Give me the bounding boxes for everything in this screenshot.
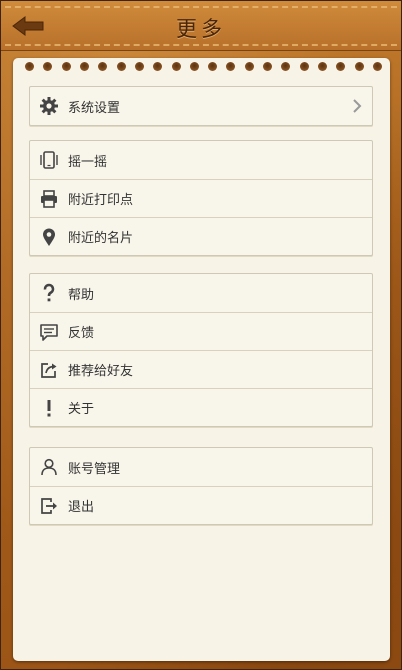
binder-hole bbox=[153, 62, 163, 71]
chevron-right-icon bbox=[352, 98, 362, 118]
page-title: 更多 bbox=[176, 17, 226, 41]
shake-phone-icon bbox=[30, 141, 68, 179]
menu-item-about[interactable]: 关于 bbox=[30, 388, 372, 426]
binder-hole bbox=[299, 62, 309, 71]
menu-item-feedback[interactable]: 反馈 bbox=[30, 312, 372, 350]
logout-icon bbox=[30, 487, 68, 525]
user-icon bbox=[30, 448, 68, 486]
header-bar: 更多 bbox=[1, 1, 401, 51]
binder-hole bbox=[189, 62, 199, 71]
menu-item-nearby-cards[interactable]: 附近的名片 bbox=[30, 217, 372, 255]
menu-item-label: 附近的名片 bbox=[68, 231, 134, 246]
menu-item-label: 帮助 bbox=[68, 287, 95, 303]
app-frame: 更多 系统设置 摇一摇 附近打印点 附近的名片 帮助 反馈 推荐给好友 关于 账… bbox=[0, 0, 402, 670]
binder-hole bbox=[43, 62, 53, 71]
binder-hole bbox=[336, 62, 346, 71]
gear-icon bbox=[30, 87, 68, 125]
menu-item-label: 退出 bbox=[68, 500, 95, 515]
binder-hole bbox=[61, 62, 71, 71]
feedback-icon bbox=[30, 313, 68, 351]
binder-hole bbox=[244, 62, 254, 71]
menu-item-label: 反馈 bbox=[68, 326, 95, 341]
menu-item-label: 系统设置 bbox=[68, 100, 121, 116]
binder-hole bbox=[208, 62, 218, 71]
binder-hole bbox=[318, 62, 327, 71]
binder-hole bbox=[116, 62, 126, 71]
support-group: 帮助 反馈 推荐给好友 关于 bbox=[29, 273, 373, 427]
header-stitch-bottom bbox=[5, 44, 397, 46]
menu-item-nearby-print[interactable]: 附近打印点 bbox=[30, 179, 372, 217]
menu-item-label: 推荐给好友 bbox=[68, 364, 134, 379]
binder-hole bbox=[372, 62, 382, 71]
account-group: 账号管理 退出 bbox=[29, 447, 373, 525]
menu-item-label: 关于 bbox=[68, 402, 95, 417]
location-pin-icon bbox=[30, 218, 68, 256]
binder-hole bbox=[263, 62, 273, 71]
printer-icon bbox=[30, 180, 68, 218]
menu-item-logout[interactable]: 退出 bbox=[30, 486, 372, 524]
binder-holes bbox=[25, 62, 382, 72]
menu-item-help[interactable]: 帮助 bbox=[30, 274, 372, 312]
menu-item-account[interactable]: 账号管理 bbox=[30, 448, 372, 486]
nearby-group: 摇一摇 附近打印点 附近的名片 bbox=[29, 140, 373, 256]
header-stitch bbox=[5, 6, 397, 8]
notebook-panel: 系统设置 摇一摇 附近打印点 附近的名片 帮助 反馈 推荐给好友 关于 账号管理… bbox=[13, 58, 390, 661]
menu-item-recommend[interactable]: 推荐给好友 bbox=[30, 350, 372, 388]
binder-hole bbox=[79, 62, 89, 71]
share-icon bbox=[30, 351, 68, 389]
binder-hole bbox=[226, 62, 236, 71]
exclamation-icon bbox=[30, 389, 68, 427]
binder-hole bbox=[25, 62, 34, 71]
binder-hole bbox=[281, 62, 291, 71]
menu-item-system-settings[interactable]: 系统设置 bbox=[30, 87, 372, 125]
binder-hole bbox=[354, 62, 364, 71]
binder-hole bbox=[98, 62, 108, 71]
question-icon bbox=[30, 274, 68, 312]
menu-item-label: 账号管理 bbox=[68, 461, 121, 477]
binder-hole bbox=[134, 62, 144, 71]
menu-item-label: 附近打印点 bbox=[68, 193, 134, 208]
settings-group: 系统设置 bbox=[29, 86, 373, 126]
menu-item-label: 摇一摇 bbox=[68, 154, 108, 170]
binder-hole bbox=[171, 62, 181, 71]
menu-item-shake[interactable]: 摇一摇 bbox=[30, 141, 372, 179]
